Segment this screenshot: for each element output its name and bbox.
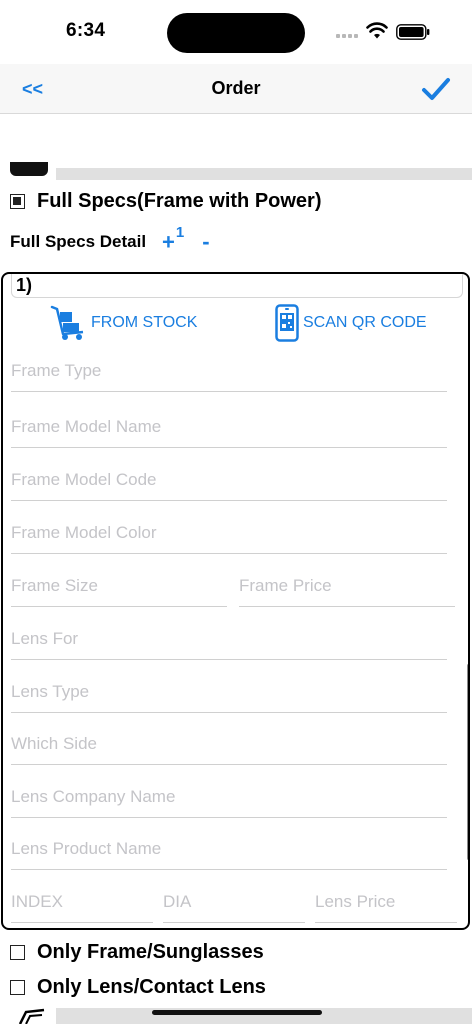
frame-price-field[interactable]	[239, 567, 455, 607]
status-bar: 6:34	[0, 0, 472, 64]
frame-model-color-input[interactable]	[11, 514, 447, 552]
section-divider	[56, 168, 472, 180]
frame-type-field[interactable]	[11, 352, 447, 392]
checkmark-icon[interactable]	[420, 74, 452, 104]
lens-price-input[interactable]	[315, 883, 457, 921]
frame-type-input[interactable]	[11, 352, 447, 390]
home-indicator[interactable]	[152, 1010, 322, 1015]
frame-model-name-field[interactable]	[11, 408, 447, 448]
lens-for-field[interactable]	[11, 620, 447, 660]
frame-model-color-field[interactable]	[11, 514, 447, 554]
from-stock-label: FROM STOCK	[91, 314, 198, 331]
item-card: 1) FROM STOCK SCAN QR CODE	[1, 272, 470, 930]
frame-model-name-input[interactable]	[11, 408, 447, 446]
only-frame-label: Only Frame/Sunglasses	[37, 941, 264, 963]
cart-icon	[50, 305, 84, 340]
dia-input[interactable]	[163, 883, 305, 921]
nav-bar: << Order	[0, 64, 472, 114]
full-specs-detail-row: Full Specs Detail +1 -	[10, 224, 210, 255]
page-title: Order	[211, 78, 261, 98]
lens-product-name-field[interactable]	[11, 830, 447, 870]
cellular-signal-icon	[336, 34, 358, 38]
lens-product-name-input[interactable]	[11, 830, 447, 868]
lens-type-input[interactable]	[11, 673, 447, 711]
frame-model-code-input[interactable]	[11, 461, 447, 499]
remove-item-button[interactable]: -	[202, 229, 209, 255]
qr-code-scan-icon	[275, 304, 299, 342]
from-stock-button[interactable]: FROM STOCK	[49, 304, 197, 342]
item-number: 1)	[16, 275, 33, 295]
add-item-button[interactable]: +1	[162, 224, 184, 255]
only-lens-label: Only Lens/Contact Lens	[37, 976, 266, 998]
lens-price-field[interactable]	[315, 883, 457, 923]
frame-price-input[interactable]	[239, 567, 455, 605]
item-header: 1)	[11, 274, 463, 298]
checkbox-unchecked-icon[interactable]	[10, 945, 25, 960]
full-specs-option[interactable]: Full Specs(Frame with Power)	[10, 190, 322, 213]
scrollbar[interactable]	[467, 664, 468, 860]
wifi-icon	[366, 22, 388, 39]
battery-icon	[396, 24, 430, 40]
frame-model-code-field[interactable]	[11, 461, 447, 501]
which-side-field[interactable]	[11, 725, 447, 765]
item-count-badge: 1	[175, 224, 185, 241]
status-time: 6:34	[66, 20, 106, 41]
collapsed-panel-tab	[10, 162, 48, 176]
dynamic-island	[167, 13, 305, 53]
edit-pencil-icon	[18, 1008, 45, 1024]
lens-company-name-field[interactable]	[11, 778, 447, 818]
scan-qr-button[interactable]: SCAN QR CODE	[275, 304, 427, 342]
frame-size-field[interactable]	[11, 567, 227, 607]
only-frame-option[interactable]: Only Frame/Sunglasses	[10, 941, 264, 964]
which-side-input[interactable]	[11, 725, 447, 763]
index-input[interactable]	[11, 883, 153, 921]
only-lens-option[interactable]: Only Lens/Contact Lens	[10, 976, 266, 999]
dia-field[interactable]	[163, 883, 305, 923]
plus-label: +	[162, 229, 175, 255]
scan-qr-label: SCAN QR CODE	[303, 314, 427, 331]
lens-company-name-input[interactable]	[11, 778, 447, 816]
full-specs-label: Full Specs(Frame with Power)	[37, 190, 322, 212]
lens-for-input[interactable]	[11, 620, 447, 658]
frame-size-input[interactable]	[11, 567, 227, 605]
index-field[interactable]	[11, 883, 153, 923]
full-specs-detail-label: Full Specs Detail	[10, 231, 147, 251]
checkbox-unchecked-icon[interactable]	[10, 980, 25, 995]
checkbox-checked-icon[interactable]	[10, 194, 25, 209]
lens-type-field[interactable]	[11, 673, 447, 713]
